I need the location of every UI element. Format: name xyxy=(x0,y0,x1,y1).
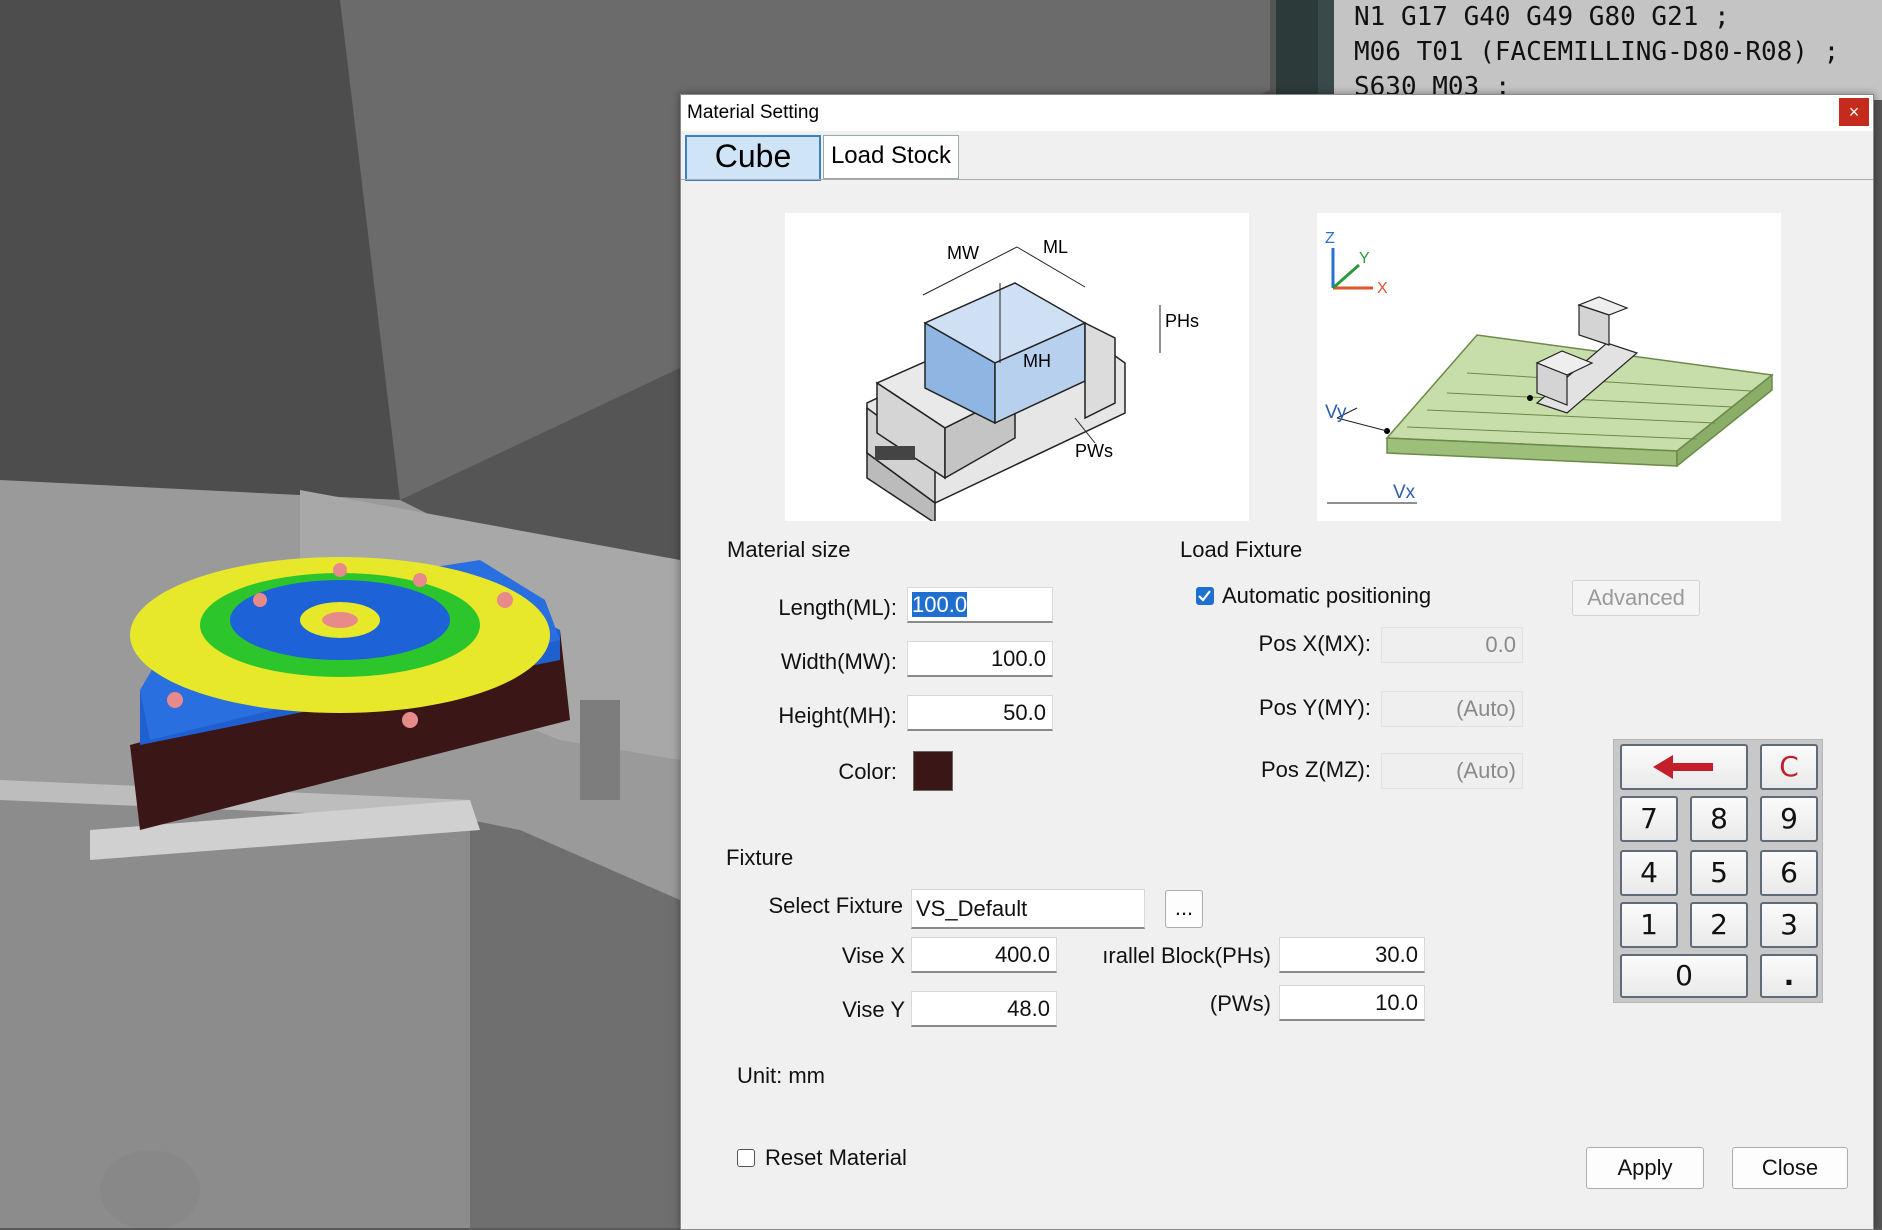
key-1[interactable]: 1 xyxy=(1620,902,1678,948)
vise-y-field[interactable]: 48.0 xyxy=(911,991,1057,1027)
diagram-label-phs: PHs xyxy=(1165,311,1199,331)
key-2[interactable]: 2 xyxy=(1690,902,1748,948)
pos-z-label: Pos Z(MZ): xyxy=(1261,757,1371,782)
dialog-titlebar[interactable]: Material Setting × xyxy=(681,95,1873,131)
parallel-block-phs-label: ırallel Block(PHs) xyxy=(1102,943,1271,968)
clear-key[interactable]: C xyxy=(1760,744,1818,790)
vise-position-diagram: Z Y X Vy Vx xyxy=(1317,213,1781,521)
gcode-line: M06 T01 (FACEMILLING-D80-R08) ; xyxy=(1354,37,1840,67)
width-field[interactable]: 100.0 xyxy=(907,641,1053,677)
backspace-key[interactable] xyxy=(1620,744,1748,790)
vise-x-field[interactable]: 400.0 xyxy=(911,937,1057,973)
axis-label-x: X xyxy=(1377,280,1388,297)
pos-y-label: Pos Y(MY): xyxy=(1258,695,1371,720)
dialog-close-icon[interactable]: × xyxy=(1839,98,1869,126)
diagram-label-vx: Vx xyxy=(1393,482,1416,503)
pos-z-field[interactable]: (Auto) xyxy=(1381,753,1523,789)
close-button[interactable]: Close xyxy=(1732,1147,1848,1189)
parallel-block-phs-field[interactable]: 30.0 xyxy=(1279,937,1425,973)
vise-x-label: Vise X xyxy=(841,943,905,968)
reset-material-checkbox[interactable] xyxy=(737,1149,755,1167)
key-4[interactable]: 4 xyxy=(1620,850,1678,896)
axis-label-y: Y xyxy=(1359,250,1370,267)
pos-y-field[interactable]: (Auto) xyxy=(1381,691,1523,727)
gcode-panel[interactable]: N1 G17 G40 G49 G80 G21 ; M06 T01 (FACEMIL… xyxy=(1276,0,1882,102)
gcode-line: N1 G17 G40 G49 G80 G21 ; xyxy=(1354,2,1730,32)
key-7[interactable]: 7 xyxy=(1620,796,1678,842)
diagram-label-vy: Vy xyxy=(1325,402,1347,423)
advanced-button[interactable]: Advanced xyxy=(1572,580,1700,616)
pos-x-field[interactable]: 0.0 xyxy=(1381,627,1523,663)
length-label: Length(ML): xyxy=(778,595,897,620)
parallel-block-pws-label: (PWs) xyxy=(1209,991,1271,1016)
reset-material-label: Reset Material xyxy=(765,1145,907,1170)
key-8[interactable]: 8 xyxy=(1690,796,1748,842)
select-fixture-label: Select Fixture xyxy=(768,893,904,918)
key-decimal[interactable]: . xyxy=(1760,954,1818,998)
key-0[interactable]: 0 xyxy=(1620,954,1748,998)
diagram-label-pws: PWs xyxy=(1075,441,1113,461)
diagram-label-mh: MH xyxy=(1023,351,1051,371)
arrow-left-icon xyxy=(1653,755,1713,779)
width-label: Width(MW): xyxy=(780,649,897,674)
key-3[interactable]: 3 xyxy=(1760,902,1818,948)
automatic-positioning-label: Automatic positioning xyxy=(1222,583,1432,608)
fixture-heading: Fixture xyxy=(726,845,794,870)
axis-label-z: Z xyxy=(1325,230,1335,247)
dialog-title: Material Setting xyxy=(687,102,820,123)
browse-fixture-button[interactable]: ... xyxy=(1165,890,1203,928)
checkmark-icon xyxy=(1198,590,1211,602)
diagram-label-ml: ML xyxy=(1043,237,1068,257)
length-field[interactable]: 100.0 xyxy=(907,587,1053,623)
key-5[interactable]: 5 xyxy=(1690,850,1748,896)
tab-cube[interactable]: Cube xyxy=(685,135,821,181)
color-swatch[interactable] xyxy=(913,751,953,791)
diagram-label-mw: MW xyxy=(947,243,979,263)
height-label: Height(MH): xyxy=(778,703,897,728)
automatic-positioning-checkbox[interactable] xyxy=(1196,587,1214,605)
length-value: 100.0 xyxy=(912,592,968,617)
unit-label: Unit: mm xyxy=(737,1063,825,1088)
gcode-text[interactable]: N1 G17 G40 G49 G80 G21 ; M06 T01 (FACEMIL… xyxy=(1334,0,1882,102)
key-6[interactable]: 6 xyxy=(1760,850,1818,896)
load-fixture-heading: Load Fixture xyxy=(1180,537,1303,562)
vise-y-label: Vise Y xyxy=(842,997,905,1022)
select-fixture-field[interactable]: VS_Default xyxy=(911,889,1145,929)
color-label: Color: xyxy=(838,759,897,784)
tab-divider xyxy=(681,179,1873,180)
pos-x-label: Pos X(MX): xyxy=(1258,631,1371,656)
numeric-keypad: C 7 8 9 4 5 6 1 2 3 0 . xyxy=(1613,739,1823,1003)
height-field[interactable]: 50.0 xyxy=(907,695,1053,731)
material-size-heading: Material size xyxy=(727,537,851,562)
key-9[interactable]: 9 xyxy=(1760,796,1818,842)
material-setting-dialog: Material Setting × Cube Load Stock MW ML… xyxy=(680,94,1874,1230)
parallel-block-pws-field[interactable]: 10.0 xyxy=(1279,985,1425,1021)
apply-button[interactable]: Apply xyxy=(1586,1147,1704,1189)
gcode-gutter xyxy=(1276,0,1318,100)
vise-dimension-diagram: MW ML MH PHs PWs xyxy=(785,213,1249,521)
tab-load-stock[interactable]: Load Stock xyxy=(823,135,959,179)
